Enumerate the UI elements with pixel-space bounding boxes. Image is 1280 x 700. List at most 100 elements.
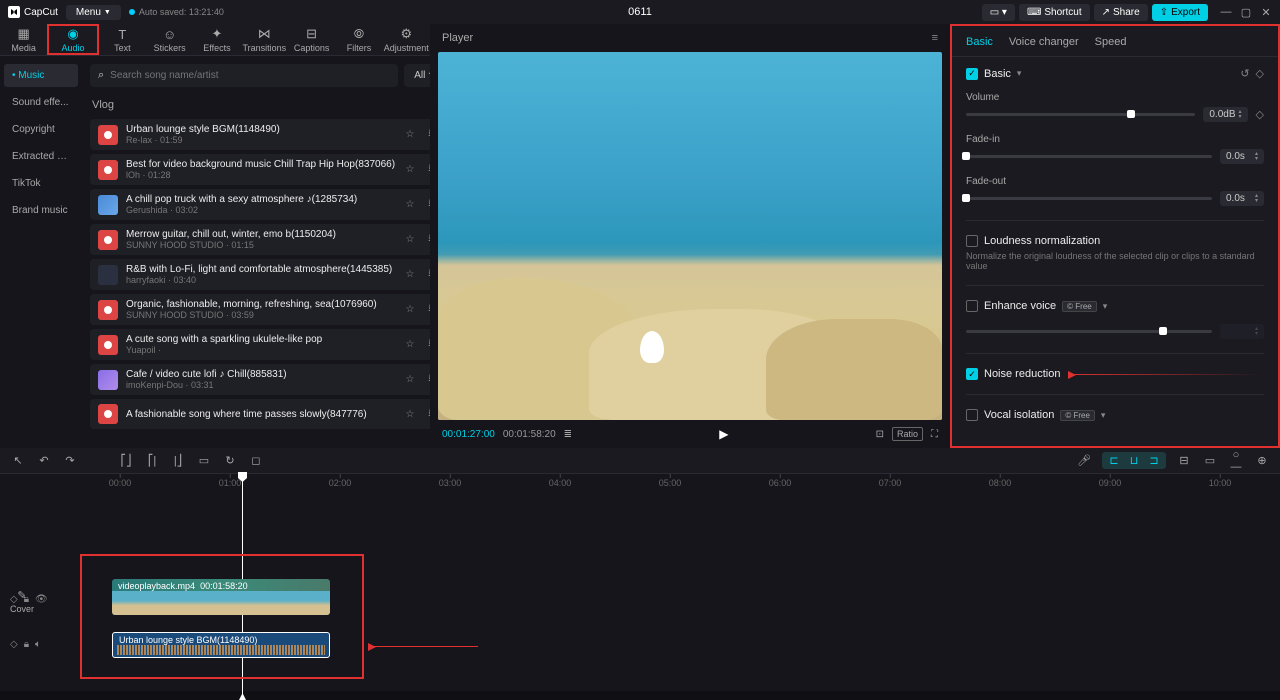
zoom-button[interactable]: ⊕: [1254, 454, 1270, 467]
inspector-tab-speed[interactable]: Speed: [1095, 36, 1127, 48]
redo-button[interactable]: ↷: [62, 454, 78, 467]
noise-checkbox[interactable]: [966, 368, 978, 380]
loudness-checkbox[interactable]: [966, 235, 978, 247]
tab-captions[interactable]: ⊟Captions: [288, 24, 335, 55]
magnet-center[interactable]: ⊔: [1126, 454, 1142, 467]
song-item[interactable]: A cute song with a sparkling ukulele-lik…: [90, 329, 445, 360]
track-eye-icon[interactable]: 👁︎: [35, 594, 48, 605]
track-mute-icon[interactable]: 🔈︎: [35, 639, 41, 650]
fadein-slider[interactable]: [966, 155, 1212, 158]
song-item[interactable]: Organic, fashionable, morning, refreshin…: [90, 294, 445, 325]
vocal-checkbox[interactable]: [966, 409, 978, 421]
split-tool[interactable]: ⎡⎦: [118, 454, 134, 467]
video-preview[interactable]: [438, 52, 942, 420]
search-input[interactable]: ⌕: [90, 64, 398, 87]
close-button[interactable]: ✕: [1260, 6, 1272, 18]
split-left-tool[interactable]: ⎡|: [144, 454, 160, 467]
song-meta: SUNNY HOOD STUDIO · 03:59: [126, 310, 395, 320]
annotation-box: [80, 554, 364, 679]
inspector-tab-voice-changer[interactable]: Voice changer: [1009, 36, 1079, 48]
magnet-right[interactable]: ⊐: [1146, 454, 1162, 467]
mic-button[interactable]: 🎤︎: [1076, 454, 1092, 467]
mirror-tool[interactable]: ◻: [248, 454, 264, 467]
track-lock2-icon[interactable]: 🔒︎: [24, 639, 29, 650]
category-extracted[interactable]: Extracted a...: [4, 145, 78, 168]
favorite-icon[interactable]: ☆: [403, 373, 417, 387]
player-menu-icon[interactable]: ≡: [932, 32, 938, 44]
favorite-icon[interactable]: ☆: [403, 128, 417, 142]
tab-adjustment[interactable]: ⚙Adjustment: [383, 24, 430, 55]
song-item[interactable]: Merrow guitar, chill out, winter, emo b(…: [90, 224, 445, 255]
category-brand-music[interactable]: Brand music: [4, 199, 78, 222]
category-tiktok[interactable]: TikTok: [4, 172, 78, 195]
play-button[interactable]: ▶: [719, 427, 728, 441]
inspector-tab-basic[interactable]: Basic: [966, 36, 993, 48]
basic-disclose-icon[interactable]: ▾: [1017, 68, 1022, 79]
undo-button[interactable]: ↶: [36, 454, 52, 467]
menu-button[interactable]: Menu▼: [66, 5, 121, 20]
ratio-button[interactable]: Ratio: [892, 427, 923, 441]
song-meta: lOh · 01:28: [126, 170, 395, 180]
tl-tool-b[interactable]: ▭: [1202, 454, 1218, 467]
undo-icon[interactable]: ↺: [1240, 67, 1249, 80]
basic-checkbox[interactable]: [966, 68, 978, 80]
volume-keyframe-icon[interactable]: ◇: [1256, 108, 1264, 121]
favorite-icon[interactable]: ☆: [403, 407, 417, 421]
song-item[interactable]: A fashionable song where time passes slo…: [90, 399, 445, 429]
tab-media[interactable]: ▦Media: [0, 24, 47, 55]
enhance-checkbox[interactable]: [966, 300, 978, 312]
current-time: 00:01:27:00: [442, 429, 495, 440]
export-button[interactable]: ⇪ Export: [1152, 4, 1208, 21]
list-icon[interactable]: ≣: [564, 429, 572, 440]
fadein-value[interactable]: 0.0s▴▾: [1220, 149, 1264, 164]
tab-filters[interactable]: ⦾Filters: [335, 24, 382, 55]
enhance-slider[interactable]: [966, 330, 1212, 333]
crop-icon[interactable]: ⊡: [876, 429, 884, 440]
tab-stickers[interactable]: ☺Stickers: [146, 24, 193, 55]
share-button[interactable]: ↗ Share: [1094, 4, 1148, 21]
tab-transitions[interactable]: ⋈Transitions: [241, 24, 288, 55]
tl-tool-c[interactable]: ○—: [1228, 449, 1244, 473]
favorite-icon[interactable]: ☆: [403, 233, 417, 247]
song-item[interactable]: Best for video background music Chill Tr…: [90, 154, 445, 185]
volume-value[interactable]: 0.0dB▴▾: [1203, 107, 1247, 122]
tl-tool-a[interactable]: ⊟: [1176, 454, 1192, 467]
category-music[interactable]: • Music: [4, 64, 78, 87]
shortcut-button[interactable]: ⌨ Shortcut: [1019, 4, 1090, 21]
video-clip[interactable]: videoplayback.mp4 00:01:58:20: [112, 579, 330, 615]
maximize-button[interactable]: ▢: [1240, 6, 1252, 18]
minimize-button[interactable]: —: [1220, 6, 1232, 18]
timeline-ruler[interactable]: 00:0001:0002:0003:0004:0005:0006:0007:00…: [80, 474, 1280, 494]
vocal-label: Vocal isolation: [984, 409, 1054, 421]
category-copyright[interactable]: Copyright: [4, 118, 78, 141]
favorite-icon[interactable]: ☆: [403, 163, 417, 177]
favorite-icon[interactable]: ☆: [403, 268, 417, 282]
song-item[interactable]: R&B with Lo-Fi, light and comfortable at…: [90, 259, 445, 290]
pointer-tool[interactable]: ↖: [10, 454, 26, 467]
split-right-tool[interactable]: |⎦: [170, 454, 186, 467]
track-lock-icon[interactable]: ◇: [10, 639, 18, 650]
song-item[interactable]: Cafe / video cute lofi ♪ Chill(885831)im…: [90, 364, 445, 395]
ruler-tick: 10:00: [1209, 478, 1232, 488]
song-meta: Gerushida · 03:02: [126, 205, 395, 215]
delete-tool[interactable]: ▭: [196, 454, 212, 467]
audio-clip[interactable]: Urban lounge style BGM(1148490): [112, 632, 330, 658]
song-item[interactable]: A chill pop truck with a sexy atmosphere…: [90, 189, 445, 220]
tab-audio[interactable]: ◉Audio: [47, 24, 98, 55]
category-sound-effects[interactable]: Sound effe...: [4, 91, 78, 114]
favorite-icon[interactable]: ☆: [403, 198, 417, 212]
tab-effects[interactable]: ✦Effects: [193, 24, 240, 55]
reverse-tool[interactable]: ↻: [222, 454, 238, 467]
layout-button[interactable]: ▭ ▾: [982, 4, 1015, 21]
keyframe-icon[interactable]: ◇: [1256, 67, 1264, 80]
song-item[interactable]: Urban lounge style BGM(1148490)Re-lax · …: [90, 119, 445, 150]
fadeout-value[interactable]: 0.0s▴▾: [1220, 191, 1264, 206]
favorite-icon[interactable]: ☆: [403, 338, 417, 352]
cover-button[interactable]: Cover: [10, 589, 34, 614]
magnet-left[interactable]: ⊏: [1106, 454, 1122, 467]
favorite-icon[interactable]: ☆: [403, 303, 417, 317]
fullscreen-icon[interactable]: ⛶: [931, 429, 938, 440]
tab-text[interactable]: TText: [99, 24, 146, 55]
fadeout-slider[interactable]: [966, 197, 1212, 200]
volume-slider[interactable]: [966, 113, 1195, 116]
